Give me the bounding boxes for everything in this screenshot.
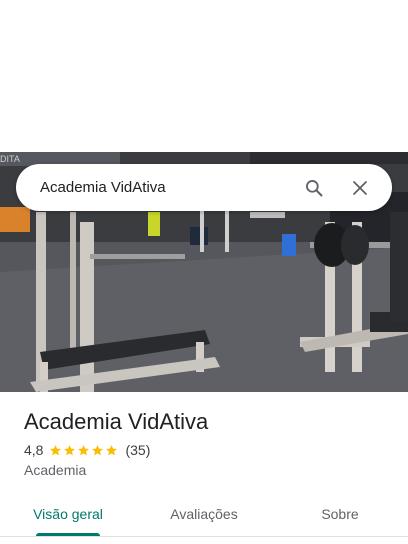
close-button[interactable] bbox=[342, 170, 378, 206]
place-info: Academia VidAtiva 4,8 (35) Academia bbox=[24, 408, 384, 478]
star-icon bbox=[64, 444, 76, 455]
tab-label: Avaliações bbox=[170, 506, 238, 522]
rating-stars bbox=[49, 444, 119, 457]
rating-value: 4,8 bbox=[24, 442, 44, 458]
search-button[interactable] bbox=[296, 170, 332, 206]
place-name: Academia VidAtiva bbox=[24, 409, 209, 434]
divider bbox=[0, 536, 408, 537]
review-count[interactable]: (35) bbox=[125, 442, 150, 458]
place-tabs: Visão geral Avaliações Sobre bbox=[0, 492, 408, 536]
wall-sign: DITA bbox=[0, 154, 20, 164]
search-bar[interactable]: Academia VidAtiva bbox=[16, 164, 392, 211]
tab-label: Visão geral bbox=[33, 506, 103, 522]
star-icon bbox=[92, 444, 104, 455]
rating-row[interactable]: 4,8 (35) bbox=[24, 442, 384, 458]
star-icon bbox=[78, 444, 90, 455]
close-icon bbox=[353, 180, 367, 195]
tab-label: Sobre bbox=[321, 506, 359, 522]
tab-about[interactable]: Sobre bbox=[272, 492, 408, 536]
star-icon bbox=[50, 444, 62, 455]
star-icon bbox=[106, 444, 118, 455]
search-input[interactable]: Academia VidAtiva bbox=[40, 179, 286, 196]
place-category[interactable]: Academia bbox=[24, 462, 384, 478]
tab-overview[interactable]: Visão geral bbox=[0, 492, 136, 536]
search-icon bbox=[306, 179, 323, 196]
tab-reviews[interactable]: Avaliações bbox=[136, 492, 272, 536]
